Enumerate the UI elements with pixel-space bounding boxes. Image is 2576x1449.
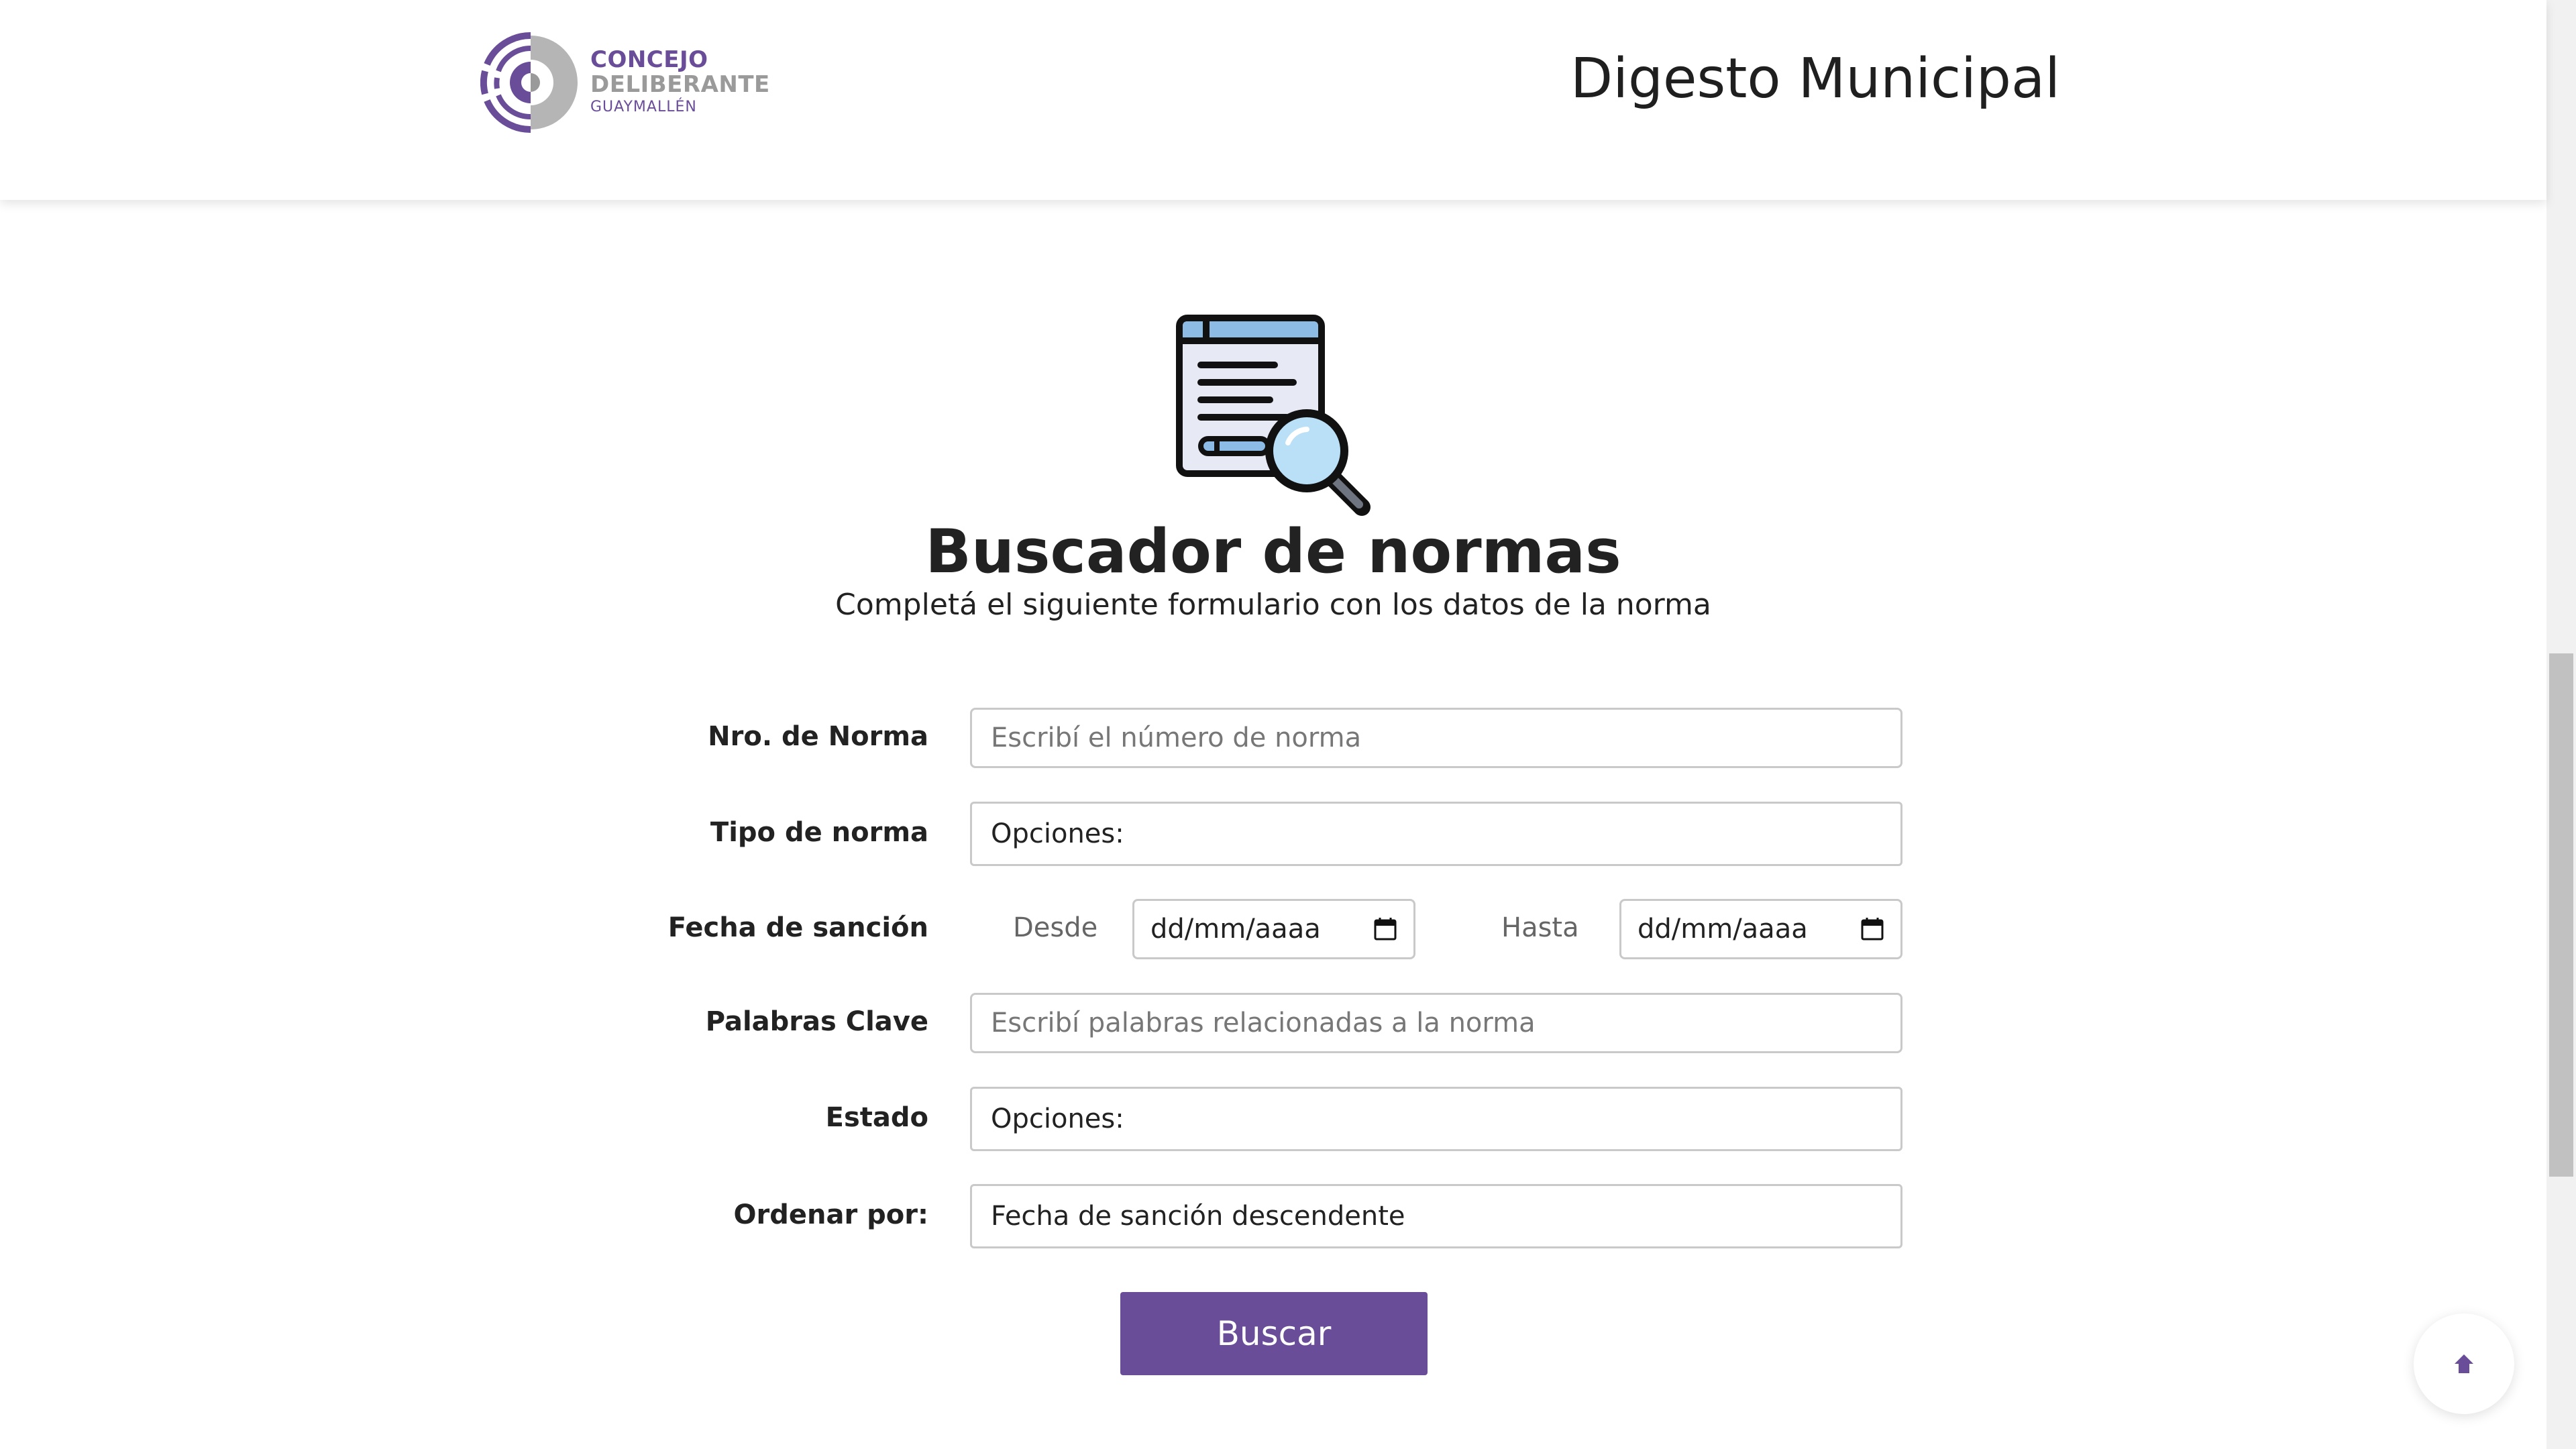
numero-norma-input[interactable]	[991, 722, 1882, 753]
back-to-top-button[interactable]	[2414, 1313, 2514, 1414]
estado-selected-value: Opciones:	[991, 1104, 1124, 1134]
document-search-icon	[1176, 315, 1371, 516]
ordenar-por-select[interactable]: Fecha de sanción descendente	[970, 1184, 1902, 1248]
estado-label: Estado	[825, 1102, 928, 1133]
logo-line-deliberante: DELIBERANTE	[590, 71, 770, 98]
calendar-icon[interactable]	[1860, 917, 1884, 941]
numero-norma-field[interactable]	[970, 708, 1902, 768]
fecha-desde-label: Desde	[1013, 912, 1098, 943]
logo-line-concejo: CONCEJO	[590, 46, 708, 73]
buscar-button[interactable]: Buscar	[1120, 1292, 1428, 1375]
fecha-hasta-label: Hasta	[1501, 912, 1579, 943]
concejo-logo-mark	[480, 32, 578, 133]
page-scrollbar[interactable]	[2546, 0, 2576, 1449]
ordenar-por-selected-value: Fecha de sanción descendente	[991, 1201, 1405, 1232]
ordenar-por-label: Ordenar por:	[733, 1199, 928, 1230]
calendar-icon[interactable]	[1373, 917, 1397, 941]
palabras-clave-field[interactable]	[970, 993, 1902, 1053]
numero-norma-label: Nro. de Norma	[708, 721, 928, 752]
fecha-desde-value: dd/mm/aaaa	[1150, 914, 1321, 945]
estado-select[interactable]: Opciones:	[970, 1087, 1902, 1151]
fecha-sancion-label: Fecha de sanción	[667, 912, 928, 943]
concejo-logo[interactable]: CONCEJO DELIBERANTE GUAYMALLÉN	[480, 32, 769, 134]
logo-line-guaymallen: GUAYMALLÉN	[590, 99, 697, 115]
page-subtitle: Completá el siguiente formulario con los…	[835, 588, 1711, 622]
scrollbar-thumb[interactable]	[2549, 653, 2573, 1177]
page-title: Buscador de normas	[925, 517, 1621, 587]
tipo-norma-selected-value: Opciones:	[991, 818, 1124, 849]
fecha-hasta-input[interactable]: dd/mm/aaaa	[1619, 899, 1902, 959]
tipo-norma-label: Tipo de norma	[710, 817, 928, 848]
site-header: CONCEJO DELIBERANTE GUAYMALLÉN Digesto M…	[0, 0, 2546, 200]
fecha-hasta-value: dd/mm/aaaa	[1638, 914, 1808, 945]
palabras-clave-label: Palabras Clave	[705, 1006, 928, 1037]
tipo-norma-select[interactable]: Opciones:	[970, 802, 1902, 866]
fecha-desde-input[interactable]: dd/mm/aaaa	[1132, 899, 1415, 959]
site-title: Digesto Municipal	[1570, 47, 2060, 111]
arrow-up-icon	[2455, 1354, 2473, 1373]
palabras-clave-input[interactable]	[991, 1008, 1882, 1038]
concejo-logo-wordmark: CONCEJO DELIBERANTE GUAYMALLÉN	[590, 48, 770, 115]
